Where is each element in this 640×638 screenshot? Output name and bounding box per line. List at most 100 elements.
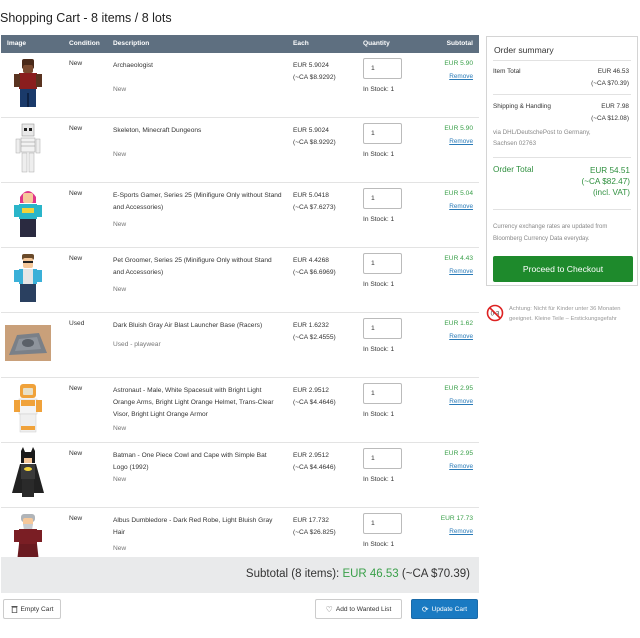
row-each-price: EUR 5.9024 (~CA $8.9292) [293,125,336,149]
row-subtotal: EUR 17.73 [440,515,473,522]
quantity-input[interactable]: 1 [363,383,402,404]
order-summary-title: Order summary [494,45,554,55]
item-total-value: EUR 46.53 [597,68,629,75]
table-row: New Skeleton, Minecraft Dungeons New EUR… [1,118,479,183]
each-cad: (~CA $8.9292) [293,74,336,81]
each-cad: (~CA $26.825) [293,529,336,536]
row-each-price: EUR 1.6232 (~CA $2.4555) [293,320,336,344]
empty-cart-button[interactable]: Empty Cart [3,599,61,619]
order-total-eur: EUR 54.51 [589,166,630,175]
quantity-input[interactable]: 1 [363,318,402,339]
quantity-input[interactable]: 1 [363,58,402,79]
row-description[interactable]: Pet Groomer, Series 25 (Minifigure Only … [113,255,283,279]
update-cart-button[interactable]: ⟳ Update Cart [411,599,478,619]
col-each: Each [293,40,309,47]
cart-table: Image Condition Description Each Quantit… [1,35,479,573]
stock-label: In Stock: 1 [363,346,395,353]
each-cad: (~CA $6.6969) [293,269,336,276]
astronaut-minifigure-icon[interactable] [5,382,51,434]
batman-minifigure-icon[interactable] [5,447,51,499]
row-condition: New [69,515,83,522]
table-row: New Astronaut - Male, White Spacesuit wi… [1,378,479,443]
subtotal-label: Subtotal (8 items): [245,568,340,580]
col-image: Image [7,40,27,47]
stock-label: In Stock: 1 [363,86,395,93]
quantity-input[interactable]: 1 [363,448,402,469]
each-cad: (~CA $4.4646) [293,399,336,406]
each-eur: EUR 1.6232 [293,322,329,329]
cart-subtotal: Subtotal (8 items): EUR 46.53 (~CA $70.3… [246,568,470,580]
subtotal-bar: Subtotal (8 items): EUR 46.53 (~CA $70.3… [1,557,479,593]
divider [493,157,631,158]
row-note: Used - playwear [113,341,161,348]
stock-label: In Stock: 1 [363,411,395,418]
row-description[interactable]: Dark Bluish Gray Air Blast Launcher Base… [113,320,283,332]
pet-groomer-minifigure-icon[interactable] [5,252,51,304]
skeleton-minifigure-icon[interactable] [5,122,51,174]
quantity-input[interactable]: 1 [363,123,402,144]
row-subtotal: EUR 5.90 [444,60,473,67]
shipping-value: EUR 7.98 [601,103,629,110]
stock-label: In Stock: 1 [363,216,395,223]
row-each-price: EUR 4.4268 (~CA $6.6969) [293,255,336,279]
col-subtotal: Subtotal [446,40,473,47]
row-description[interactable]: Archaeologist [113,60,283,72]
row-subtotal: EUR 2.95 [444,385,473,392]
remove-link[interactable]: Remove [449,463,473,470]
remove-link[interactable]: Remove [449,203,473,210]
each-eur: EUR 2.9512 [293,387,329,394]
stock-label: In Stock: 1 [363,151,395,158]
row-condition: New [69,255,83,262]
remove-link[interactable]: Remove [449,138,473,145]
table-row: Used Dark Bluish Gray Air Blast Launcher… [1,313,479,378]
item-total-label: Item Total [493,68,521,75]
row-description[interactable]: Astronaut - Male, White Spacesuit with B… [113,385,283,421]
no-small-children-icon: 0-3 [486,304,504,322]
remove-link[interactable]: Remove [449,528,473,535]
row-description[interactable]: Skeleton, Minecraft Dungeons [113,125,283,137]
each-cad: (~CA $8.9292) [293,139,336,146]
quantity-input[interactable]: 1 [363,188,402,209]
subtotal-alt: (~CA $70.39) [401,568,470,580]
row-description[interactable]: E-Sports Gamer, Series 25 (Minifigure On… [113,190,283,214]
quantity-input[interactable]: 1 [363,253,402,274]
page-title: Shopping Cart - 8 items / 8 lots [0,11,172,25]
remove-link[interactable]: Remove [449,333,473,340]
each-cad: (~CA $7.6273) [293,204,336,211]
remove-link[interactable]: Remove [449,73,473,80]
esports-gamer-minifigure-icon[interactable] [5,187,51,239]
quantity-input[interactable]: 1 [363,513,402,534]
each-eur: EUR 5.9024 [293,127,329,134]
order-total-cad: (~CA $82.47) [581,177,630,186]
remove-link[interactable]: Remove [449,398,473,405]
row-note: New [113,221,127,228]
archaeologist-minifigure-icon[interactable] [5,57,51,109]
table-row: New Pet Groomer, Series 25 (Minifigure O… [1,248,479,313]
exchange-rate-note: Currency exchange rates are updated from… [493,224,608,242]
table-row: New E-Sports Gamer, Series 25 (Minifigur… [1,183,479,248]
table-row: New Archaeologist New EUR 5.9024 (~CA $8.… [1,53,479,118]
row-condition: New [69,125,83,132]
col-quantity: Quantity [363,40,390,47]
warning-text: Achtung: Nicht für Kinder unter 36 Monat… [509,306,621,322]
row-note: New [113,545,127,552]
launcher-base-part-icon[interactable] [5,317,51,369]
each-eur: EUR 4.4268 [293,257,329,264]
row-condition: Used [69,320,85,327]
proceed-to-checkout-button[interactable]: Proceed to Checkout [493,256,633,282]
refresh-icon: ⟳ [421,604,429,614]
row-description[interactable]: Batman - One Piece Cowl and Cape with Si… [113,450,283,474]
row-description[interactable]: Albus Dumbledore - Dark Red Robe, Light … [113,515,283,539]
shipping-note: via DHL/DeutschePost to Germany, Sachsen… [493,127,591,149]
choking-hazard-warning: 0-3 Achtung: Nicht für Kinder unter 36 M… [486,304,638,326]
each-cad: (~CA $4.4646) [293,464,336,471]
trash-icon [11,606,17,613]
shipping-alt: (~CA $12.08) [591,115,629,122]
row-subtotal: EUR 1.62 [444,320,473,327]
update-cart-label: Update Cart [431,605,468,613]
remove-link[interactable]: Remove [449,268,473,275]
row-subtotal: EUR 4.43 [444,255,473,262]
row-each-price: EUR 5.9024 (~CA $8.9292) [293,60,336,84]
add-to-wanted-list-button[interactable]: ♡ Add to Wanted List [315,599,402,619]
shipping-label: Shipping & Handling [493,103,551,110]
